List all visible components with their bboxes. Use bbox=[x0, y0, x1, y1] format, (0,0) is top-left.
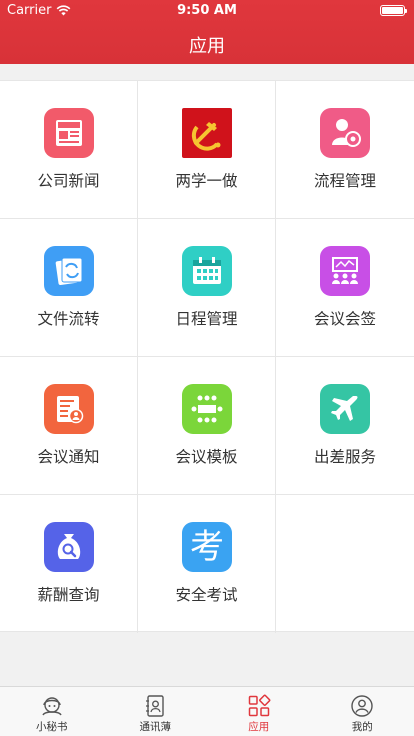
page-title: 应用 bbox=[189, 36, 225, 57]
app-schedule[interactable]: 日程管理 bbox=[138, 219, 276, 357]
app-safety-exam[interactable]: 考 安全考试 bbox=[138, 495, 276, 633]
navigation-header: Carrier 9:50 AM 应用 bbox=[0, 0, 414, 64]
app-file-transfer[interactable]: 文件流转 bbox=[0, 219, 138, 357]
app-label: 薪酬查询 bbox=[37, 586, 100, 604]
meeting-template-icon bbox=[182, 384, 232, 434]
app-meeting-sign[interactable]: 会议会签 bbox=[276, 219, 414, 357]
meeting-notice-icon bbox=[44, 384, 94, 434]
app-label: 出差服务 bbox=[313, 448, 376, 466]
tab-label: 应用 bbox=[248, 721, 270, 733]
tab-label: 通讯薄 bbox=[139, 721, 172, 733]
salary-search-icon bbox=[44, 522, 94, 572]
tab-assistant[interactable]: 小秘书 bbox=[0, 687, 104, 736]
app-two-studies[interactable]: 两学一做 bbox=[138, 81, 276, 219]
news-icon bbox=[44, 108, 94, 158]
assistant-icon bbox=[42, 697, 62, 716]
tab-label: 小秘书 bbox=[36, 721, 68, 733]
app-label: 会议通知 bbox=[37, 448, 100, 466]
empty-cell bbox=[276, 495, 414, 633]
app-label: 日程管理 bbox=[175, 310, 238, 328]
meeting-sign-icon bbox=[320, 246, 370, 296]
battery-icon bbox=[380, 5, 407, 16]
tab-contacts[interactable]: 通讯薄 bbox=[104, 687, 208, 736]
app-meeting-template[interactable]: 会议模板 bbox=[138, 357, 276, 495]
app-label: 两学一做 bbox=[175, 172, 238, 190]
exam-icon: 考 bbox=[182, 522, 232, 572]
app-meeting-notice[interactable]: 会议通知 bbox=[0, 357, 138, 495]
contacts-icon bbox=[146, 695, 164, 717]
exam-glyph: 考 bbox=[190, 527, 224, 567]
workflow-icon bbox=[320, 108, 370, 158]
app-label: 会议模板 bbox=[175, 448, 238, 466]
calendar-icon bbox=[182, 246, 232, 296]
file-transfer-icon bbox=[44, 246, 94, 296]
app-company-news[interactable]: 公司新闻 bbox=[0, 81, 138, 219]
app-label: 文件流转 bbox=[37, 310, 100, 328]
tab-apps[interactable]: 应用 bbox=[207, 687, 311, 736]
party-emblem-icon bbox=[182, 108, 232, 158]
profile-icon bbox=[351, 695, 373, 717]
app-label: 公司新闻 bbox=[37, 172, 100, 190]
app-salary-query[interactable]: 薪酬查询 bbox=[0, 495, 138, 633]
app-label: 流程管理 bbox=[313, 172, 376, 190]
tab-profile[interactable]: 我的 bbox=[311, 687, 414, 736]
app-label: 安全考试 bbox=[175, 586, 238, 604]
status-time: 9:50 AM bbox=[177, 3, 237, 18]
tab-label: 我的 bbox=[351, 721, 373, 733]
bottom-tab-bar: 小秘书 通讯薄 应用 我的 bbox=[0, 686, 414, 736]
app-label: 会议会签 bbox=[313, 310, 376, 328]
app-business-travel[interactable]: 出差服务 bbox=[276, 357, 414, 495]
app-grid: 公司新闻 两学一做 流程管理 文件流转 日程管理 会议会签 会议通知 会议模板 … bbox=[0, 80, 414, 633]
status-bar: Carrier 9:50 AM bbox=[0, 0, 414, 20]
airplane-icon bbox=[320, 384, 370, 434]
app-workflow[interactable]: 流程管理 bbox=[276, 81, 414, 219]
apps-icon bbox=[248, 694, 271, 717]
